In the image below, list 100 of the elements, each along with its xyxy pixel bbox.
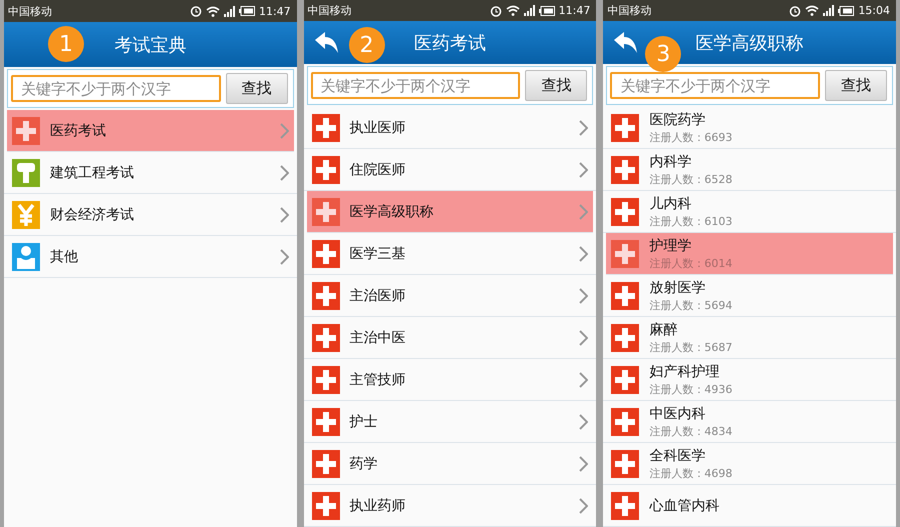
yen-icon (12, 200, 40, 228)
item-label: 执业医师 (350, 118, 407, 136)
cross-icon (611, 198, 640, 226)
carrier-name: 中国移动 (607, 3, 652, 18)
chevron-icon (579, 456, 588, 472)
alarm-icon (789, 4, 802, 16)
list-item[interactable]: 主管技师 (304, 359, 596, 401)
list-item[interactable]: 医学高级职称 (306, 191, 594, 233)
list-item[interactable]: 执业医师 (304, 107, 596, 149)
back-icon[interactable] (314, 31, 340, 56)
alarm-icon (490, 4, 502, 16)
item-label: 主治中医 (350, 328, 407, 346)
list-item[interactable]: 中医内科 注册人数：4834 (603, 401, 896, 443)
item-label: 心血管内科 (649, 496, 720, 514)
list-item[interactable]: 其他 (4, 236, 297, 278)
cross-icon (312, 114, 340, 142)
list-item[interactable]: 建筑工程考试 (4, 152, 297, 194)
item-label: 护士 (350, 412, 379, 430)
list-item[interactable]: 主治医师 (304, 275, 596, 317)
list-item[interactable]: 执业药师 (304, 485, 596, 527)
item-label: 医学三基 (350, 244, 407, 262)
chevron-icon (280, 206, 289, 222)
chevron-icon (280, 248, 289, 264)
carrier-name: 中国移动 (308, 3, 352, 18)
member-count: 注册人数：5694 (649, 298, 734, 312)
signal-icon (823, 5, 834, 16)
item-label: 儿内科 (649, 194, 692, 212)
member-count: 注册人数：6693 (649, 130, 734, 144)
list-item[interactable]: 全科医学 注册人数：4698 (603, 443, 896, 485)
list-item[interactable]: 医院药学 注册人数：6693 (603, 107, 896, 149)
item-label: 全科医学 (649, 446, 706, 464)
item-label: 住院医师 (350, 160, 407, 178)
list-item[interactable]: 妇产科护理 注册人数：4936 (603, 359, 896, 401)
cross-icon (611, 114, 640, 142)
chevron-icon (280, 164, 289, 180)
list-item[interactable]: 护理学 注册人数：6014 (606, 233, 894, 275)
person-icon (12, 242, 40, 270)
cross-icon (312, 408, 340, 436)
clock-time: 11:47 (558, 4, 590, 17)
list-item[interactable]: 麻醉 注册人数：5687 (603, 317, 896, 359)
cross-icon (611, 156, 640, 184)
cross-icon (312, 366, 340, 394)
chevron-icon (579, 330, 588, 346)
member-count: 注册人数：6528 (649, 172, 734, 186)
chevron-icon (579, 162, 588, 178)
item-label: 中医内科 (649, 404, 706, 422)
cross-icon (611, 282, 640, 310)
battery-icon (238, 6, 255, 16)
item-label: 财会经济考试 (50, 206, 135, 224)
cross-icon (312, 156, 340, 184)
list-item[interactable]: 医药考试 (7, 110, 294, 152)
member-count: 注册人数：4834 (649, 424, 734, 438)
list-item[interactable]: 医学三基 (304, 233, 596, 275)
clock-time: 15:04 (858, 4, 890, 17)
member-count: 注册人数：4698 (649, 466, 734, 480)
cross-icon (611, 450, 640, 478)
search-button[interactable]: 查找 (226, 73, 288, 104)
item-label: 妇产科护理 (649, 362, 720, 380)
carrier-name: 中国移动 (8, 4, 52, 18)
alarm-icon (190, 5, 202, 17)
cross-icon (611, 492, 640, 520)
cross-icon (312, 450, 340, 478)
member-count: 注册人数：5687 (649, 340, 734, 354)
search-button[interactable]: 查找 (825, 70, 888, 101)
member-count: 注册人数：4936 (649, 382, 734, 396)
list-item[interactable]: 护士 (304, 401, 596, 443)
search-field[interactable]: 关键字不少于两个汉字 (310, 72, 520, 99)
cross-icon (312, 282, 340, 310)
back-icon[interactable] (613, 31, 640, 56)
cross-icon (312, 492, 340, 520)
chevron-icon (579, 498, 588, 514)
wifi-icon (805, 5, 820, 16)
screen-title: 考试宝典 (114, 34, 186, 56)
list-item[interactable]: 主治中医 (304, 317, 596, 359)
item-label: 主管技师 (350, 370, 407, 388)
search-button[interactable]: 查找 (525, 70, 588, 101)
cross-icon (312, 324, 340, 352)
list-item[interactable]: 财会经济考试 (4, 194, 297, 236)
list-item[interactable]: 放射医学 注册人数：5694 (603, 275, 896, 317)
item-label: 医院药学 (649, 110, 706, 128)
member-count: 注册人数：6014 (649, 256, 734, 270)
cross-icon (611, 366, 640, 394)
item-label: 麻醉 (649, 320, 678, 338)
cross-icon (611, 324, 640, 352)
search-field[interactable]: 关键字不少于两个汉字 (610, 72, 820, 99)
member-count: 注册人数：6103 (649, 214, 734, 228)
cross-icon (312, 198, 340, 226)
item-label: 主治医师 (350, 286, 407, 304)
chevron-icon (579, 120, 588, 136)
battery-icon (538, 6, 555, 16)
signal-icon (524, 5, 535, 16)
list-item[interactable]: 心血管内科 (603, 485, 896, 527)
list-item[interactable]: 内科学 注册人数：6528 (603, 149, 896, 191)
item-label: 护理学 (649, 236, 692, 254)
chevron-icon (579, 288, 588, 304)
list-item[interactable]: 药学 (304, 443, 596, 485)
screen-title: 医药考试 (414, 32, 486, 54)
search-field[interactable]: 关键字不少于两个汉字 (11, 75, 221, 102)
battery-icon (838, 6, 854, 16)
cross-icon (12, 116, 40, 144)
